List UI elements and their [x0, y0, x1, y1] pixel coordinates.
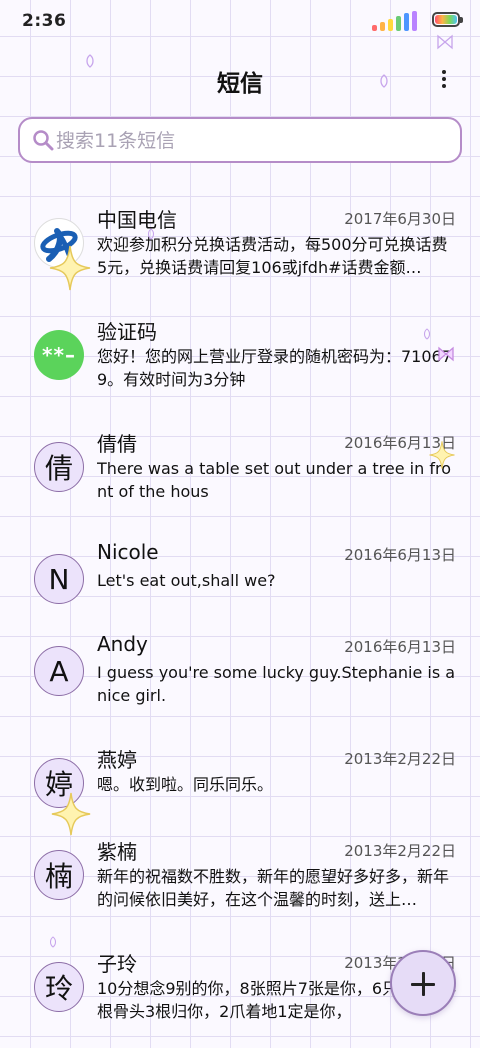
signal-icon [372, 11, 424, 31]
verification-code-icon: **– [34, 330, 84, 380]
contact-name: 紫楠 [97, 840, 137, 864]
message-preview: 新年的祝福数不胜数，新年的愿望好多好多，新年的问候依旧美好，在这个温馨的时刻，送… [97, 867, 450, 909]
message-preview: I guess you're some lucky guy.Stephanie … [97, 663, 456, 705]
message-preview: 嗯。收到啦。同乐同乐。 [97, 775, 274, 794]
avatar: 婷 [34, 758, 84, 808]
search-icon [33, 130, 54, 151]
message-item-verification-code[interactable]: **– 验证码 您好！您的网上营业厅登录的随机密码为：710679。有效时间为3… [0, 304, 480, 416]
avatar: 玲 [34, 962, 84, 1012]
message-date: 2016年6月13日 [344, 546, 456, 564]
battery-tip [460, 17, 463, 23]
message-item-andy[interactable]: A Andy 2016年6月13日 I guess you're some lu… [0, 620, 480, 732]
status-bar: 2:36 [0, 0, 480, 44]
contact-name: 子玲 [97, 952, 137, 976]
new-message-button[interactable] [390, 950, 456, 1016]
contact-name: 倩倩 [97, 432, 137, 456]
avatar: A [34, 646, 84, 696]
contact-name: 中国电信 [97, 208, 177, 232]
message-date: 2016年6月13日 [344, 638, 456, 656]
search-bar[interactable] [18, 117, 462, 163]
contact-name: Andy [97, 632, 148, 656]
message-preview: There was a table set out under a tree i… [97, 459, 451, 501]
message-item-china-telecom[interactable]: 中国电信 2017年6月30日 欢迎参加积分兑换话费活动，每500分可兑换话费5… [0, 192, 480, 304]
battery-icon [432, 12, 460, 27]
avatar: 楠 [34, 850, 84, 900]
contact-name: 燕婷 [97, 748, 137, 772]
contact-name: 验证码 [97, 320, 157, 344]
page-title: 短信 [217, 71, 263, 97]
more-vert-dot [442, 77, 446, 81]
message-date: 2013年2月22日 [344, 842, 456, 860]
more-options-button[interactable] [432, 64, 456, 94]
message-date: 2013年2月22日 [344, 750, 456, 768]
avatar: N [34, 554, 84, 604]
avatar: 倩 [34, 442, 84, 492]
search-input[interactable] [56, 128, 436, 154]
china-telecom-logo [34, 218, 84, 268]
message-item-zinan[interactable]: 楠 紫楠 2013年2月22日 新年的祝福数不胜数，新年的愿望好多好多，新年的问… [0, 824, 480, 936]
message-preview: Let's eat out,shall we? [97, 571, 276, 590]
more-vert-dot [442, 84, 446, 88]
message-date: 2016年6月13日 [344, 434, 456, 452]
message-preview: 您好！您的网上营业厅登录的随机密码为：710679。有效时间为3分钟 [97, 347, 452, 389]
message-date: 2017年6月30日 [344, 210, 456, 228]
status-time: 2:36 [22, 11, 67, 31]
contact-name: Nicole [97, 540, 159, 564]
message-preview: 欢迎参加积分兑换话费活动，每500分可兑换话费5元，兑换话费请回复106或jfd… [97, 235, 448, 277]
more-vert-icon [442, 70, 446, 74]
message-item-qianqian[interactable]: 倩 倩倩 2016年6月13日 There was a table set ou… [0, 416, 480, 528]
